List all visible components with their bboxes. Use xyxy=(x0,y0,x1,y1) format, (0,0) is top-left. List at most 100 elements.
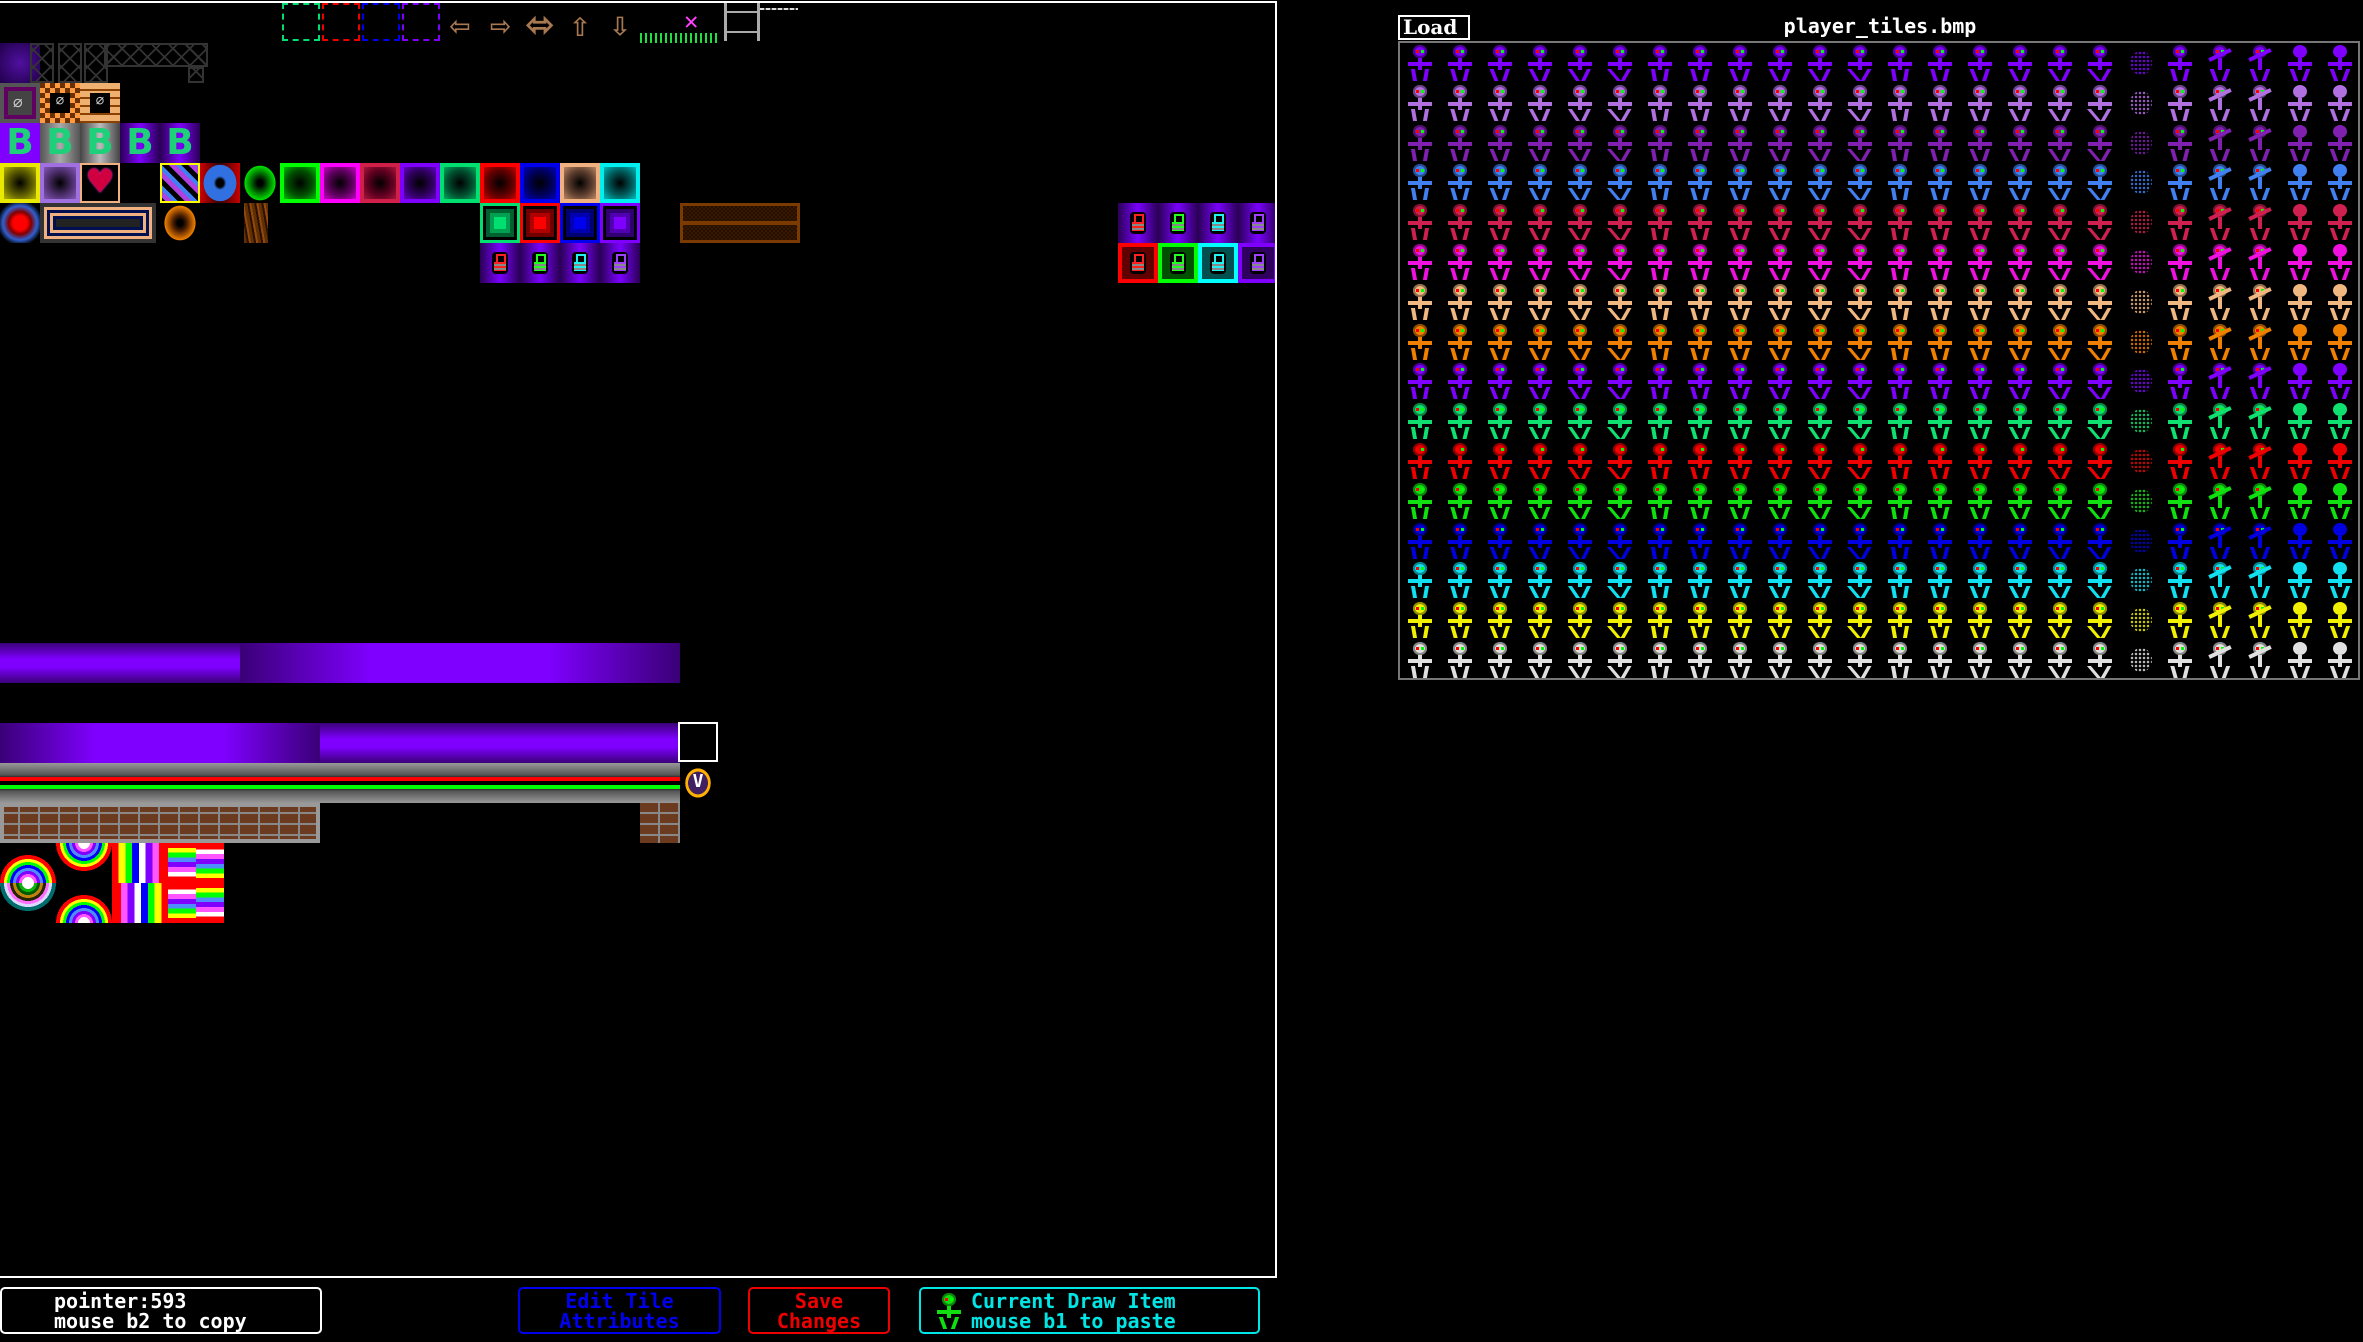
player-tile[interactable] xyxy=(2320,322,2360,362)
green-portal-tile[interactable] xyxy=(240,163,280,203)
player-tile[interactable] xyxy=(1640,481,1680,521)
player-tile[interactable] xyxy=(1720,242,1760,282)
player-tile[interactable] xyxy=(2040,401,2080,441)
player-tile[interactable] xyxy=(1440,401,1480,441)
purple-wall-strip[interactable] xyxy=(320,723,680,763)
player-tile[interactable] xyxy=(1680,640,1720,680)
player-tile[interactable] xyxy=(2280,441,2320,481)
player-tile[interactable] xyxy=(2280,560,2320,600)
player-tile[interactable] xyxy=(1880,600,1920,640)
player-tile[interactable] xyxy=(1720,202,1760,242)
player-tile[interactable] xyxy=(1800,441,1840,481)
gem-frame-tile[interactable] xyxy=(480,203,520,243)
player-tile[interactable] xyxy=(1640,441,1680,481)
player-tile[interactable] xyxy=(1720,521,1760,561)
player-tile[interactable] xyxy=(2080,242,2120,282)
rainbow-tile[interactable] xyxy=(168,843,196,883)
player-tile[interactable] xyxy=(1880,282,1920,322)
player-tile[interactable] xyxy=(1480,640,1520,680)
player-tile[interactable] xyxy=(1680,83,1720,123)
player-tile[interactable] xyxy=(1880,202,1920,242)
dashed-frame-tile[interactable] xyxy=(402,3,440,41)
player-tile[interactable] xyxy=(1880,441,1920,481)
player-tile[interactable] xyxy=(2240,600,2280,640)
player-tile[interactable] xyxy=(1520,242,1560,282)
player-tile[interactable] xyxy=(1600,361,1640,401)
player-tile[interactable] xyxy=(2200,640,2240,680)
player-tile[interactable] xyxy=(1440,282,1480,322)
brick-wall-tile[interactable] xyxy=(680,203,800,243)
player-tile[interactable] xyxy=(2240,361,2280,401)
player-tile[interactable] xyxy=(2160,560,2200,600)
player-tile[interactable] xyxy=(1800,123,1840,163)
player-tile[interactable] xyxy=(1760,43,1800,83)
player-tile[interactable] xyxy=(1600,242,1640,282)
player-tile[interactable] xyxy=(2120,441,2160,481)
player-tile[interactable] xyxy=(2040,361,2080,401)
player-tile[interactable] xyxy=(1400,322,1440,362)
player-tile[interactable] xyxy=(1680,401,1720,441)
truss-tile[interactable] xyxy=(58,43,82,83)
player-tile[interactable] xyxy=(1920,481,1960,521)
player-tile[interactable] xyxy=(2160,640,2200,680)
player-tile[interactable] xyxy=(1480,361,1520,401)
player-tile[interactable] xyxy=(2280,322,2320,362)
player-tile[interactable] xyxy=(1880,560,1920,600)
player-tile[interactable] xyxy=(2120,640,2160,680)
colored-block-tile[interactable] xyxy=(360,163,400,203)
player-tile[interactable] xyxy=(1680,481,1720,521)
player-tile[interactable] xyxy=(1920,640,1960,680)
lock-box-tile[interactable] xyxy=(1198,243,1238,283)
heart-tile[interactable]: ♥ xyxy=(80,159,120,205)
player-tile[interactable] xyxy=(1640,282,1680,322)
player-tile[interactable] xyxy=(1600,162,1640,202)
player-tile[interactable] xyxy=(2320,83,2360,123)
colored-block-tile[interactable] xyxy=(400,163,440,203)
player-tile[interactable] xyxy=(1480,441,1520,481)
ladder-tile[interactable] xyxy=(724,3,760,41)
lock-tile[interactable] xyxy=(560,243,600,283)
player-tile[interactable] xyxy=(1520,640,1560,680)
player-tile[interactable] xyxy=(2200,401,2240,441)
player-tile[interactable] xyxy=(1600,282,1640,322)
player-tile[interactable] xyxy=(1880,123,1920,163)
player-tile[interactable] xyxy=(1640,242,1680,282)
v-badge-tile[interactable]: V xyxy=(678,763,718,803)
player-tile[interactable] xyxy=(2200,481,2240,521)
player-tile[interactable] xyxy=(1640,83,1680,123)
player-tile[interactable] xyxy=(1760,83,1800,123)
player-tile[interactable] xyxy=(2240,441,2280,481)
player-tile[interactable] xyxy=(1400,560,1440,600)
player-tile[interactable] xyxy=(2240,202,2280,242)
player-tile[interactable] xyxy=(2200,83,2240,123)
lock-tile[interactable] xyxy=(1198,203,1238,243)
player-tile[interactable] xyxy=(1960,43,2000,83)
player-tile[interactable] xyxy=(1400,202,1440,242)
gem-frame-tile[interactable] xyxy=(600,203,640,243)
player-tile[interactable] xyxy=(1560,282,1600,322)
player-tile[interactable] xyxy=(1560,202,1600,242)
player-tile[interactable] xyxy=(2120,600,2160,640)
player-tile[interactable] xyxy=(1760,123,1800,163)
player-tile[interactable] xyxy=(1640,43,1680,83)
player-tile[interactable] xyxy=(1440,361,1480,401)
blue-portal-tile[interactable] xyxy=(200,163,240,203)
player-tile[interactable] xyxy=(2000,521,2040,561)
player-tile[interactable] xyxy=(1680,600,1720,640)
player-tile[interactable] xyxy=(2160,282,2200,322)
player-tile[interactable] xyxy=(2000,560,2040,600)
player-tile[interactable] xyxy=(1960,361,2000,401)
player-tile[interactable] xyxy=(1840,361,1880,401)
lock-tile[interactable] xyxy=(520,243,560,283)
player-tile[interactable] xyxy=(2160,43,2200,83)
player-tile[interactable] xyxy=(2000,401,2040,441)
player-tile[interactable] xyxy=(2040,322,2080,362)
player-tile[interactable] xyxy=(1800,83,1840,123)
player-tile[interactable] xyxy=(1880,43,1920,83)
player-tile[interactable] xyxy=(1800,600,1840,640)
player-tile[interactable] xyxy=(2000,123,2040,163)
player-tile[interactable] xyxy=(1680,560,1720,600)
player-tile[interactable] xyxy=(1560,322,1600,362)
player-tile[interactable] xyxy=(1680,123,1720,163)
player-tile[interactable] xyxy=(2120,322,2160,362)
